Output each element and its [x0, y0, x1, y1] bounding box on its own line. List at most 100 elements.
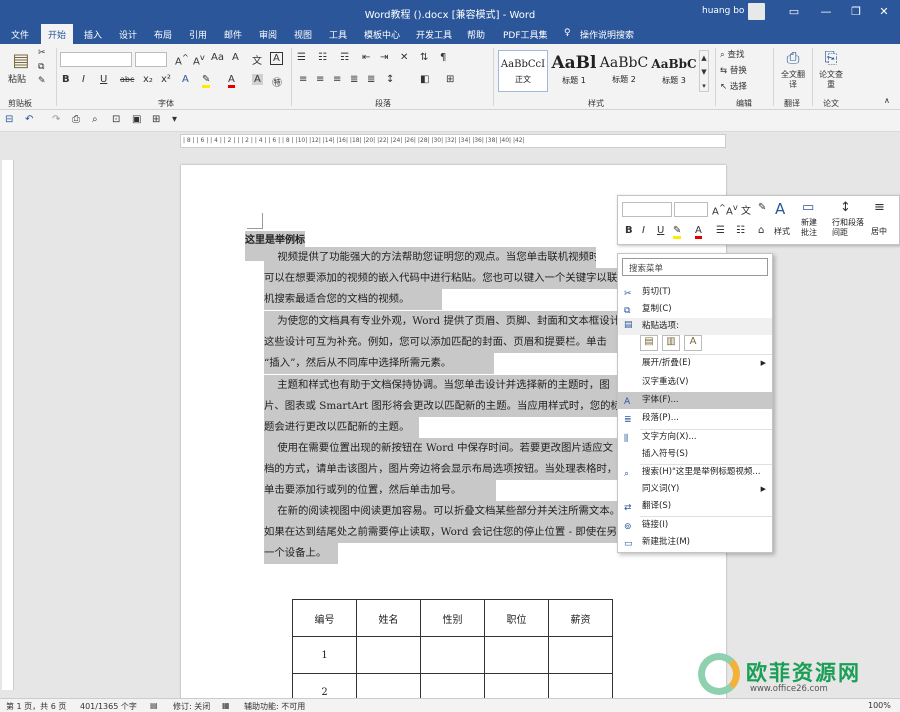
decrease-indent-icon[interactable]: ⇤ — [362, 52, 370, 63]
bullets-icon[interactable]: ☰ — [297, 52, 306, 63]
mini-format-painter-icon[interactable]: ✎ — [758, 202, 766, 213]
cut-icon[interactable]: ✂ — [38, 48, 46, 58]
paragraph-line[interactable]: 题会进行更改以匹配新的主题。 — [264, 417, 419, 438]
mini-italic-button[interactable]: I — [642, 225, 645, 236]
user-name[interactable]: huang bo — [702, 6, 744, 16]
tab-home[interactable]: 开始 — [41, 24, 74, 44]
mini-bullets-icon[interactable]: ☰ — [716, 225, 725, 236]
translate-icon[interactable]: ⎙ — [780, 48, 806, 68]
paragraph-line[interactable]: 档的方式，请单击该图片，图片旁边将会显示布局选项按钮。当处理表格时， — [264, 459, 618, 480]
mini-grow-font-icon[interactable]: A^ — [712, 202, 726, 217]
paragraph-line[interactable]: “插入”，然后从不同库中选择所需元素。 — [264, 353, 494, 374]
paragraph-line[interactable]: 视频提供了功能强大的方法帮助您证明您的观点。当您单击联机视频时， — [264, 247, 596, 268]
style-heading3[interactable]: AaBbC 标题 3 — [649, 50, 699, 92]
styles-scroll[interactable]: ▲ ▼ ▾ — [699, 50, 709, 92]
table-cell[interactable]: 1 — [292, 636, 357, 674]
paragraph-line[interactable]: 使用在需要位置出现的新按钮在 Word 中保存时间。若要更改图片适应文 — [264, 438, 618, 459]
tab-file[interactable]: 文件 — [11, 28, 29, 41]
align-right-icon[interactable]: ≡ — [333, 74, 341, 85]
paragraph-line[interactable]: 一个设备上。 — [264, 543, 338, 564]
paragraph-line[interactable]: 单击要添加行或列的位置，然后单击加号。 — [264, 480, 496, 501]
mini-styles-label[interactable]: 样式 — [774, 226, 790, 237]
image-icon[interactable]: ▣ — [132, 114, 141, 125]
shrink-font-icon[interactable]: Av — [193, 52, 205, 67]
mini-style-icon[interactable]: ⌂ — [758, 225, 764, 236]
accessibility-status[interactable]: 辅助功能: 不可用 — [244, 701, 305, 712]
page-count[interactable]: 第 1 页，共 6 页 — [6, 701, 66, 712]
table-header-cell[interactable]: 姓名 — [356, 599, 421, 637]
fulltext-translate-button[interactable]: 全文翻译 — [779, 70, 807, 90]
highlight-icon[interactable]: ✎ — [202, 74, 211, 88]
format-painter-icon[interactable]: ✎ — [38, 76, 46, 86]
align-left-icon[interactable]: ≡ — [299, 74, 307, 85]
shading-icon[interactable]: ◧ — [420, 74, 429, 85]
style-normal[interactable]: AaBbCcI 正文 — [498, 50, 548, 92]
style-heading2[interactable]: AaBbC 标题 2 — [599, 50, 649, 92]
increase-indent-icon[interactable]: ⇥ — [380, 52, 388, 63]
macro-icon[interactable]: ▦ — [222, 701, 230, 710]
new-comment-icon[interactable]: ▭ — [802, 200, 814, 215]
mini-new-comment-label[interactable]: 新建批注 — [801, 218, 821, 238]
text-effect-icon[interactable]: A — [182, 74, 189, 85]
menu-item[interactable]: 链接(I) ⊚ — [618, 517, 772, 534]
table-icon[interactable]: ⊞ — [152, 114, 160, 125]
menu-item[interactable]: 翻译(S) ⇄ — [618, 498, 772, 515]
align-center-icon[interactable]: ≡ — [316, 74, 324, 85]
table-cell[interactable] — [484, 636, 549, 674]
tab-developer[interactable]: 开发工具 — [416, 28, 452, 41]
center-align-icon[interactable]: ≡ — [874, 200, 885, 215]
paragraph-line[interactable]: 主题和样式也有助于文档保持协调。当您单击设计并选择新的主题时，图 — [264, 375, 618, 396]
line-spacing-icon[interactable]: ↕ — [840, 200, 851, 215]
menu-item[interactable]: 文字方向(X)... ⫼ — [618, 429, 772, 446]
menu-item[interactable]: 字体(F)... A — [618, 392, 772, 409]
menu-item[interactable]: 搜索(H)"这里是举例标题视频... ⌕ — [618, 464, 772, 481]
track-changes[interactable]: 修订: 关闭 — [173, 701, 210, 712]
tab-template-center[interactable]: 模板中心 — [364, 28, 400, 41]
search-replace-icon[interactable]: ⌕ — [92, 114, 98, 125]
data-table[interactable]: 编号 姓名 性别 职位 薪资 1 2 — [292, 599, 613, 711]
clear-format-icon[interactable]: A — [232, 52, 239, 63]
mini-bold-button[interactable]: B — [625, 225, 633, 236]
vertical-ruler[interactable] — [2, 160, 14, 690]
collapse-ribbon-icon[interactable]: ∧ — [884, 96, 890, 105]
mini-spacing-label[interactable]: 行和段落间距 — [832, 218, 868, 238]
enclose-char-icon[interactable]: ㊕ — [272, 74, 282, 89]
mini-underline-button[interactable]: U — [657, 225, 664, 236]
phonetic-icon[interactable]: 文 — [252, 52, 262, 67]
tab-help[interactable]: 帮助 — [467, 28, 485, 41]
table-header-cell[interactable]: 薪资 — [548, 599, 613, 637]
menu-item[interactable]: 插入符号(S) — [618, 446, 772, 463]
mini-center-label[interactable]: 居中 — [871, 226, 887, 237]
tab-tell-me[interactable]: 操作说明搜索 — [580, 28, 634, 41]
paste-icon[interactable]: ▤ — [8, 50, 34, 74]
mini-font-color-button[interactable]: A — [695, 225, 702, 239]
paste-text-only-icon[interactable]: A — [684, 335, 702, 351]
menu-item[interactable]: 汉字重选(V) — [618, 374, 772, 391]
tab-pdf-tools[interactable]: PDF工具集 — [503, 28, 548, 41]
minimize-icon[interactable]: — — [810, 0, 842, 24]
table-cell[interactable] — [548, 636, 613, 674]
bold-button[interactable]: B — [62, 74, 70, 85]
table-cell[interactable] — [356, 636, 421, 674]
numbering-icon[interactable]: ☷ — [318, 52, 327, 63]
redo-icon[interactable]: ↷ — [52, 114, 60, 125]
strikethrough-button[interactable]: abc — [120, 75, 134, 84]
menu-item[interactable]: 同义词(Y) ▶ — [618, 481, 772, 498]
mini-phonetic-icon[interactable]: 文 — [741, 202, 751, 217]
grow-font-icon[interactable]: A^ — [175, 52, 189, 67]
table-header-cell[interactable]: 编号 — [292, 599, 357, 637]
tab-view[interactable]: 视图 — [294, 28, 312, 41]
save-icon[interactable]: ⊟ — [5, 114, 13, 125]
paragraph-line[interactable]: 为使您的文档具有专业外观，Word 提供了页眉、页脚、封面和文本框设计， — [264, 311, 618, 332]
tab-layout[interactable]: 布局 — [154, 28, 172, 41]
paper-check-icon[interactable]: ⎘ — [818, 48, 844, 68]
mini-numbering-icon[interactable]: ☷ — [736, 225, 745, 236]
customize-qat-icon[interactable]: ▾ — [172, 114, 177, 125]
tab-mailings[interactable]: 邮件 — [224, 28, 242, 41]
paragraph-line[interactable]: 片、图表或 SmartArt 图形将会更改以匹配新的主题。当应用样式时，您的标 — [264, 396, 618, 417]
multilevel-icon[interactable]: ☶ — [340, 52, 349, 63]
mini-shrink-font-icon[interactable]: Av — [726, 202, 738, 217]
show-marks-icon[interactable]: ¶ — [440, 52, 446, 63]
mini-font-size[interactable] — [674, 202, 708, 217]
table-header-cell[interactable]: 职位 — [484, 599, 549, 637]
